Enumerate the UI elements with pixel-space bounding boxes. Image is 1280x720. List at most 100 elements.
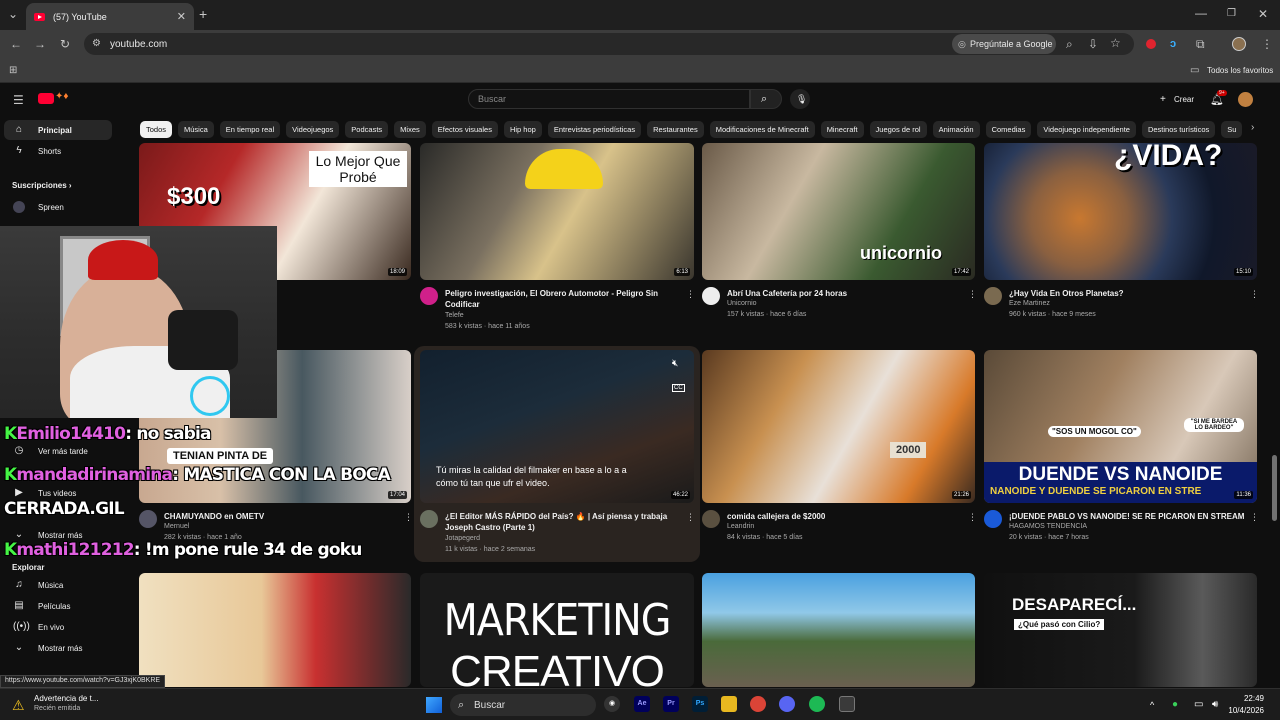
browser-tab[interactable]: (57) YouTube ✕ <box>26 3 194 30</box>
channel-avatar[interactable] <box>420 510 438 528</box>
tab-search-icon[interactable]: ⌄ <box>8 8 18 20</box>
network-icon[interactable]: ▭ <box>1194 699 1203 711</box>
channel-avatar[interactable] <box>702 287 720 305</box>
video-title[interactable]: comida callejera de $2000 <box>727 511 962 522</box>
extension-red-icon[interactable] <box>1146 39 1156 49</box>
hamburger-menu-icon[interactable]: ☰ <box>13 94 24 106</box>
video-thumbnail[interactable]: DESAPARECÍ... ¿Qué pasó con Cilio? <box>984 573 1257 687</box>
all-bookmarks-link[interactable]: Todos los favoritos <box>1207 66 1273 75</box>
window-close-icon[interactable]: ✕ <box>1258 8 1268 20</box>
app-icon-obs[interactable]: ◉ <box>604 696 620 712</box>
minimize-icon[interactable]: — <box>1195 7 1207 19</box>
apps-grid-icon[interactable]: ⊞ <box>9 65 17 77</box>
voice-search-button[interactable]: 🎙︎ <box>790 89 810 109</box>
filter-chip[interactable]: Destinos turísticos <box>1141 121 1216 138</box>
extensions-icon[interactable]: ⧉ <box>1196 38 1205 50</box>
channel-avatar[interactable] <box>984 510 1002 528</box>
channel-name[interactable]: Leandrin <box>727 523 754 530</box>
extension-blue-icon[interactable]: ↄ <box>1170 38 1176 50</box>
filter-chip[interactable]: Mixes <box>394 121 426 138</box>
channel-name[interactable]: Jotapegerd <box>445 535 480 542</box>
channel-name[interactable]: Unicornio <box>727 300 757 307</box>
zoom-icon[interactable]: ⌕ <box>1066 38 1073 50</box>
channel-name[interactable]: HAGAMOS TENDENCIA <box>1009 523 1087 530</box>
search-button[interactable]: ⌕ <box>750 89 782 109</box>
video-thumbnail[interactable]: ¿VIDA? 15:10 <box>984 143 1257 280</box>
volume-icon[interactable]: 🔊︎ <box>1212 699 1218 711</box>
search-input[interactable]: Buscar <box>468 89 750 109</box>
page-scrollbar[interactable] <box>1272 455 1277 521</box>
video-thumbnail[interactable] <box>702 573 975 687</box>
channel-avatar[interactable] <box>984 287 1002 305</box>
sidebar-item-mostrar-mas-2[interactable]: ⌄ Mostrar más <box>4 638 112 658</box>
after-effects-icon[interactable]: Ae <box>634 696 650 712</box>
more-options-icon[interactable]: ⋮ <box>1250 512 1259 523</box>
reload-icon[interactable]: ↻ <box>60 38 70 50</box>
video-title[interactable]: ¿Hay Vida En Otros Planetas? <box>1009 288 1244 299</box>
filter-chip[interactable]: Entrevistas periodísticas <box>547 121 642 138</box>
video-title[interactable]: ¿El Editor MÁS RÁPIDO del País? 🔥 | Así … <box>445 511 680 533</box>
file-explorer-icon[interactable] <box>721 696 737 712</box>
filter-chip[interactable]: Comedias <box>985 121 1032 138</box>
video-thumbnail[interactable]: MARKETING CREATIVO <box>420 573 694 687</box>
more-options-icon[interactable]: ⋮ <box>968 289 977 300</box>
sidebar-item-shorts[interactable]: ϟ Shorts <box>4 141 112 161</box>
back-icon[interactable]: ← <box>10 38 22 50</box>
youtube-avatar[interactable] <box>1238 92 1253 107</box>
filter-chip[interactable]: Su <box>1221 121 1243 138</box>
channel-name[interactable]: Telefe <box>445 312 464 319</box>
more-options-icon[interactable]: ⋮ <box>686 289 695 300</box>
filter-chip[interactable]: Videojuego independiente <box>1037 121 1136 138</box>
filter-chip[interactable]: Minecraft <box>820 121 864 138</box>
premiere-icon[interactable]: Pr <box>663 696 679 712</box>
filter-chip[interactable]: Todos <box>140 121 173 138</box>
filter-chip[interactable]: Animación <box>932 121 980 138</box>
filter-chip[interactable]: En tiempo real <box>219 121 281 138</box>
channel-name[interactable]: Mernuel <box>164 523 189 530</box>
tray-expand-icon[interactable]: ^ <box>1150 699 1154 711</box>
filter-chip[interactable]: Música <box>178 121 214 138</box>
channel-avatar[interactable] <box>420 287 438 305</box>
bookmark-star-icon[interactable]: ☆ <box>1110 37 1121 49</box>
system-clock[interactable]: 22:49 10/4/2026 <box>1228 693 1264 717</box>
chrome-active-icon[interactable] <box>839 696 855 712</box>
video-thumbnail[interactable]: 🔇︎ CC Tú miras la calidad del filmaker e… <box>420 350 694 503</box>
video-title[interactable]: ¡DUENDE PABLO VS NANOIDE! SE RE PICARON … <box>1009 511 1249 522</box>
weather-alert-title[interactable]: Advertencia de t... <box>34 694 98 703</box>
restore-icon[interactable]: ❐ <box>1227 8 1236 20</box>
filter-chip[interactable]: Hip hop <box>503 121 542 138</box>
filter-chip[interactable]: Juegos de rol <box>869 121 927 138</box>
warning-icon[interactable]: ⚠ <box>12 697 25 714</box>
menu-icon[interactable]: ⋮ <box>1261 38 1273 50</box>
chips-next-icon[interactable]: › <box>1251 122 1254 134</box>
filter-chip[interactable]: Podcasts <box>345 121 389 138</box>
spotify-icon[interactable] <box>809 696 825 712</box>
channel-name[interactable]: Eze Martinez <box>1009 300 1050 307</box>
video-thumbnail[interactable]: "SOS UN MOGOL CO" "SI ME BARDEA LO BARDE… <box>984 350 1257 503</box>
video-thumbnail[interactable]: 6:13 <box>420 143 694 280</box>
photoshop-icon[interactable]: Ps <box>692 696 708 712</box>
channel-avatar[interactable] <box>702 510 720 528</box>
video-thumbnail[interactable] <box>139 573 411 687</box>
captions-icon[interactable]: CC <box>672 384 685 392</box>
more-options-icon[interactable]: ⋮ <box>404 512 413 523</box>
ask-google-button[interactable]: ◎ Pregúntale a Google <box>952 34 1056 54</box>
chrome-icon[interactable] <box>750 696 766 712</box>
video-title[interactable]: Peligro investigación, El Obrero Automot… <box>445 288 680 310</box>
filter-chip[interactable]: Modificaciones de Minecraft <box>709 121 815 138</box>
taskbar-search[interactable]: ⌕ Buscar <box>450 694 596 716</box>
new-tab-icon[interactable]: + <box>199 7 207 21</box>
install-icon[interactable]: ⇩ <box>1088 38 1098 50</box>
sidebar-item-musica[interactable]: ♫ Música <box>4 575 112 595</box>
sidebar-item-principal[interactable]: ⌂ Principal <box>4 120 112 140</box>
site-info-icon[interactable]: ⚙ <box>92 38 101 50</box>
sidebar-item-spreen[interactable]: Spreen <box>4 197 112 217</box>
start-windows-icon[interactable] <box>426 697 442 713</box>
forward-icon[interactable]: → <box>34 38 46 50</box>
video-thumbnail[interactable]: unicornio 17:42 <box>702 143 975 280</box>
filter-chip[interactable]: Restaurantes <box>647 121 704 138</box>
discord-icon[interactable] <box>779 696 795 712</box>
more-options-icon[interactable]: ⋮ <box>968 512 977 523</box>
mic-tray-icon[interactable]: ● <box>1172 699 1178 711</box>
mute-icon[interactable]: 🔇︎ <box>672 358 678 369</box>
